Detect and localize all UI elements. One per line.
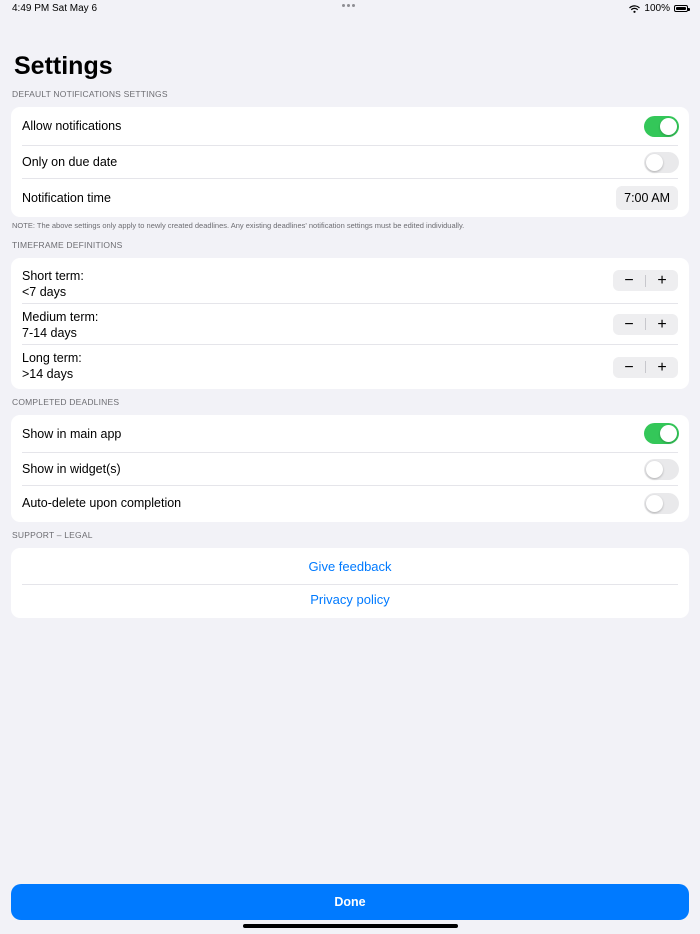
notifications-group: Allow notifications Only on due date Not… bbox=[11, 107, 689, 217]
show-widgets-toggle[interactable] bbox=[644, 458, 679, 480]
due-date-row: Only on due date bbox=[11, 146, 689, 178]
timeframe-name: Medium term: bbox=[22, 310, 99, 324]
timeframe-label-short: Short term: <7 days bbox=[22, 268, 84, 300]
support-group: Give feedback Privacy policy bbox=[11, 548, 689, 618]
give-feedback-link[interactable]: Give feedback bbox=[11, 559, 689, 574]
timeframe-value: >14 days bbox=[22, 367, 74, 381]
due-date-toggle[interactable] bbox=[644, 151, 679, 173]
increment-button[interactable]: + bbox=[646, 357, 678, 378]
decrement-button[interactable]: − bbox=[613, 357, 645, 378]
show-main-app-label: Show in main app bbox=[22, 426, 122, 441]
timeframe-label-long: Long term: >14 days bbox=[22, 350, 82, 382]
section-header-notifications: DEFAULT NOTIFICATIONS SETTINGS bbox=[12, 89, 168, 99]
allow-notifications-toggle[interactable] bbox=[644, 115, 679, 137]
timeframe-name: Long term: bbox=[22, 351, 82, 365]
notifications-note: NOTE: The above settings only apply to n… bbox=[12, 221, 465, 230]
page-title: Settings bbox=[14, 52, 113, 80]
status-right: 100% bbox=[629, 3, 690, 14]
increment-button[interactable]: + bbox=[646, 314, 678, 335]
timeframe-value: <7 days bbox=[22, 285, 67, 299]
decrement-button[interactable]: − bbox=[613, 314, 645, 335]
show-widgets-label: Show in widget(s) bbox=[22, 462, 121, 476]
auto-delete-label: Auto-delete upon completion bbox=[22, 496, 182, 510]
timeframe-stepper-medium: − + bbox=[613, 313, 678, 335]
divider bbox=[22, 584, 678, 585]
battery-percent: 100% bbox=[644, 3, 670, 14]
privacy-policy-link[interactable]: Privacy policy bbox=[11, 592, 689, 607]
notification-time-picker[interactable]: 7:00 AM bbox=[616, 186, 678, 210]
status-bar: 4:49 PM Sat May 6 100% bbox=[0, 0, 700, 18]
show-main-app-toggle[interactable] bbox=[644, 423, 679, 444]
timeframe-row-medium: Medium term: 7-14 days − + bbox=[11, 304, 689, 344]
show-main-app-row: Show in main app bbox=[11, 415, 689, 452]
timeframe-row-long: Long term: >14 days − + bbox=[11, 345, 689, 389]
auto-delete-toggle[interactable] bbox=[644, 492, 679, 514]
status-date: Sat May 6 bbox=[52, 3, 98, 14]
home-indicator[interactable] bbox=[243, 924, 458, 928]
completed-group: Show in main app Show in widget(s) Auto-… bbox=[11, 415, 689, 522]
decrement-button[interactable]: − bbox=[613, 270, 645, 291]
increment-button[interactable]: + bbox=[646, 270, 678, 291]
battery-icon bbox=[674, 5, 690, 12]
due-date-label: Only on due date bbox=[22, 155, 118, 169]
timeframe-name: Short term: bbox=[22, 269, 84, 283]
auto-delete-row: Auto-delete upon completion bbox=[11, 486, 689, 520]
timeframes-group: Short term: <7 days − + Medium term: 7-1… bbox=[11, 258, 689, 389]
notification-time-row: Notification time 7:00 AM bbox=[11, 179, 689, 217]
timeframe-stepper-short: − + bbox=[613, 270, 678, 291]
status-time: 4:49 PM bbox=[12, 3, 50, 14]
timeframe-stepper-long: − + bbox=[613, 356, 678, 378]
timeframe-value: 7-14 days bbox=[22, 326, 77, 340]
allow-notifications-label: Allow notifications bbox=[22, 119, 122, 133]
multitasking-dots-icon[interactable] bbox=[342, 4, 355, 7]
timeframe-label-medium: Medium term: 7-14 days bbox=[22, 309, 98, 341]
section-header-support: SUPPORT – LEGAL bbox=[12, 530, 93, 540]
done-button[interactable]: Done bbox=[11, 884, 689, 920]
wifi-icon bbox=[629, 4, 641, 13]
show-widgets-row: Show in widget(s) bbox=[11, 453, 689, 485]
section-header-completed: COMPLETED DEADLINES bbox=[12, 397, 120, 407]
section-header-timeframes: TIMEFRAME DEFINITIONS bbox=[12, 240, 123, 250]
notification-time-label: Notification time bbox=[22, 191, 111, 205]
allow-notifications-row: Allow notifications bbox=[11, 107, 689, 145]
timeframe-row-short: Short term: <7 days − + bbox=[11, 258, 689, 303]
